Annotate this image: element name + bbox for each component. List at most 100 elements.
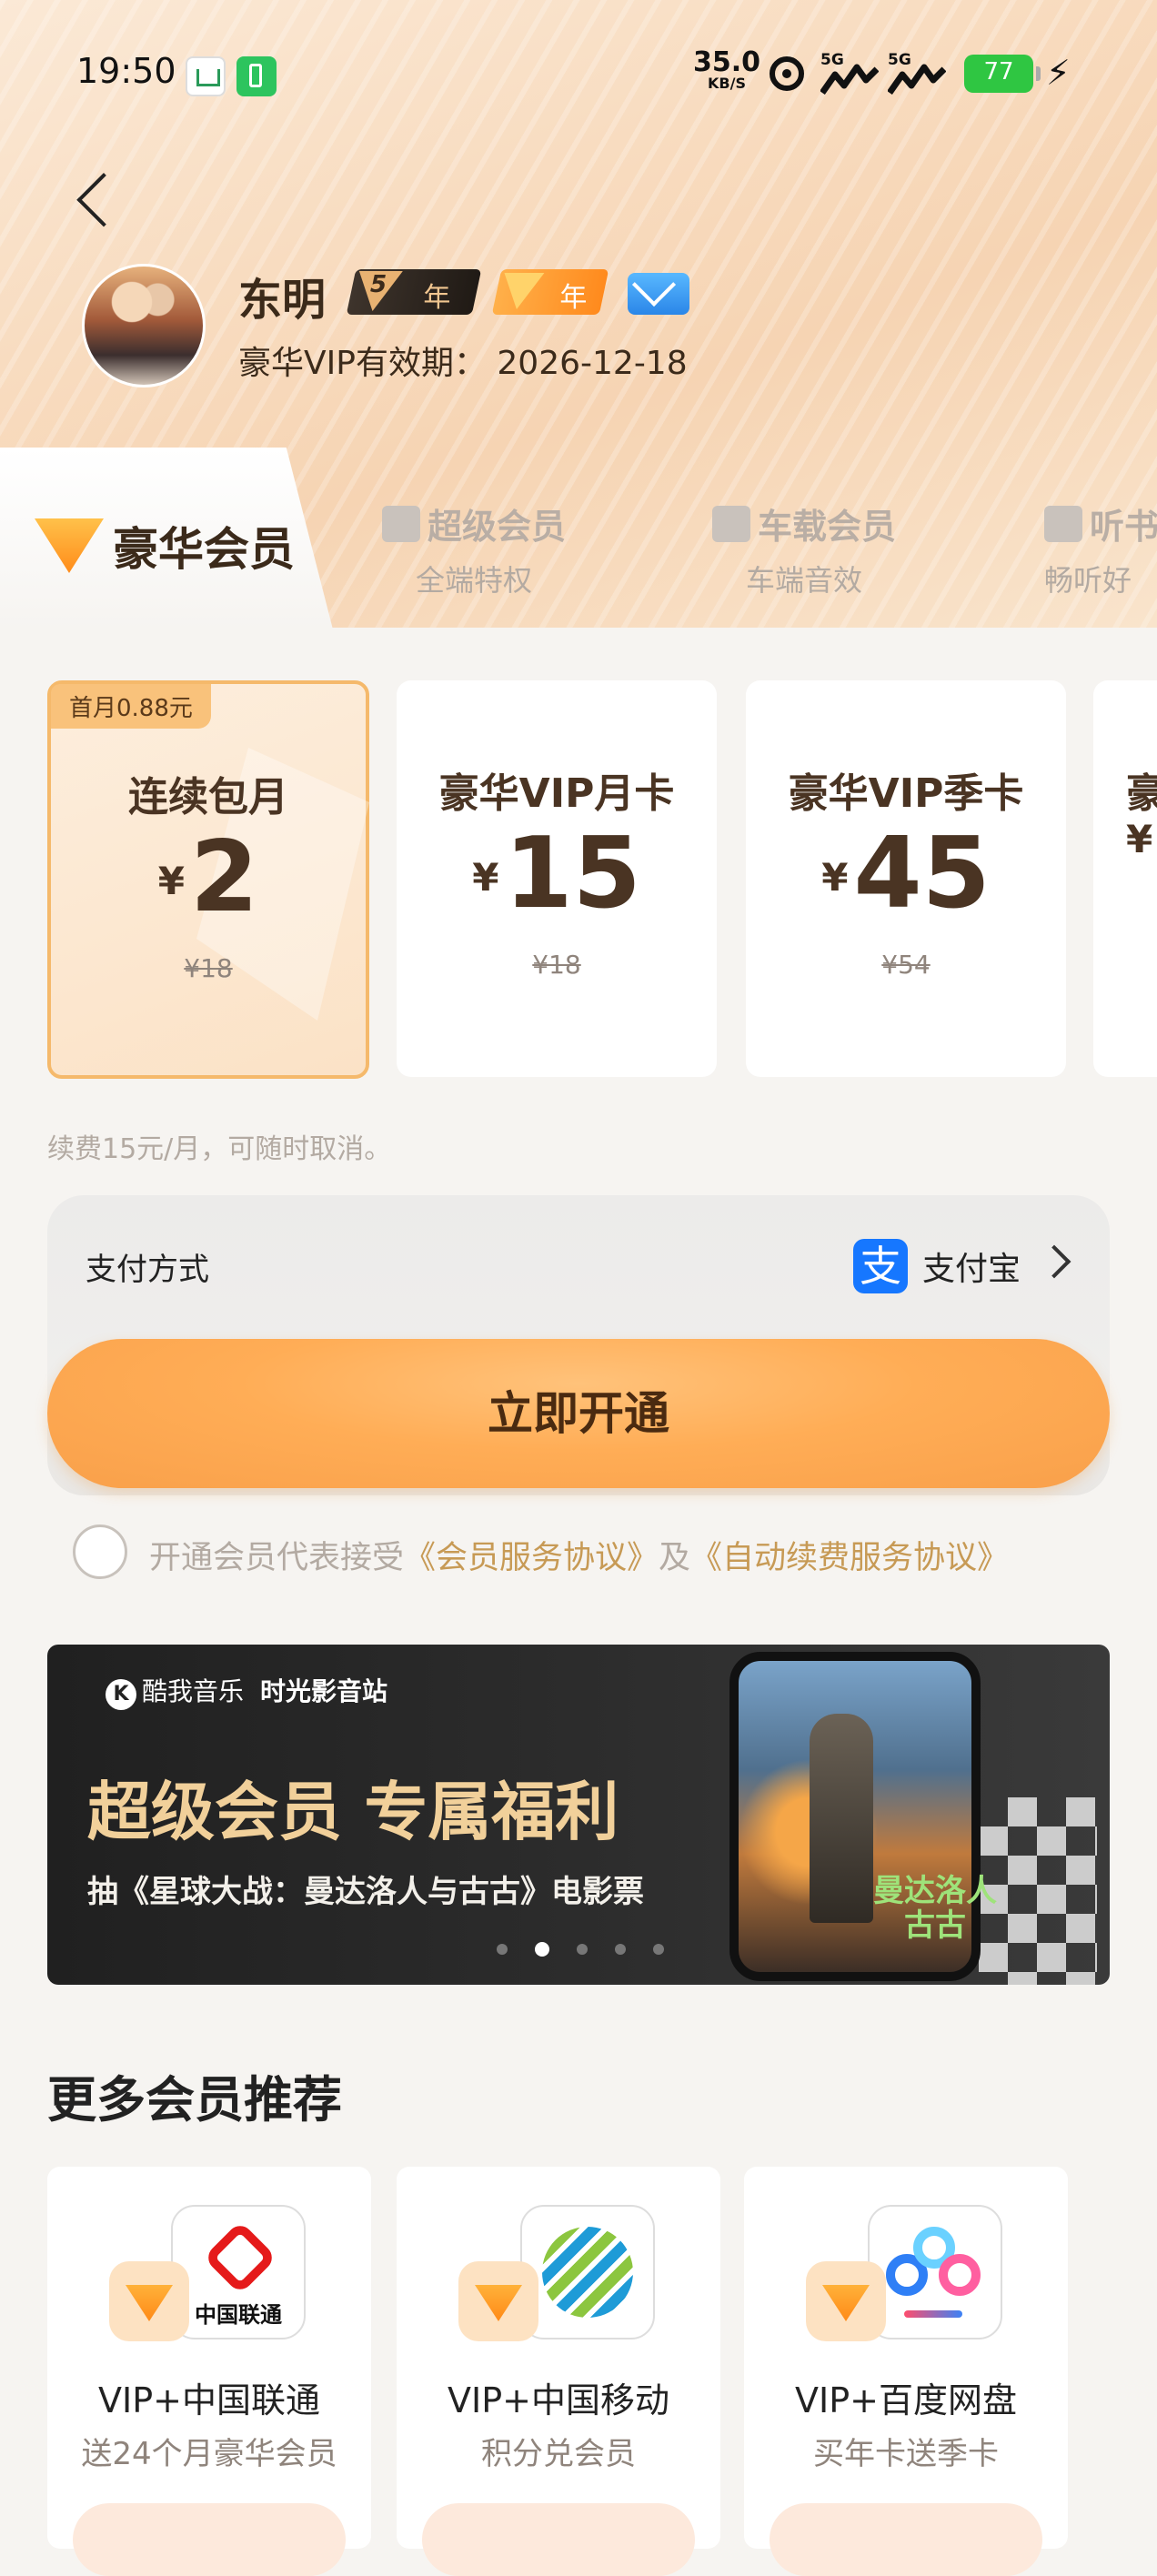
plan-price: ¥45 <box>746 817 1066 931</box>
diamond-icon <box>806 2261 886 2341</box>
recommend-card-unicom[interactable]: 中国联通 VIP+中国联通 送24个月豪华会员 <box>47 2167 371 2576</box>
username: 东明 <box>238 275 327 326</box>
carousel-dot[interactable] <box>497 1944 508 1955</box>
plan-title: 豪华VIP季卡 <box>788 770 1024 817</box>
avatar[interactable] <box>82 264 206 387</box>
agreement-and: 及 <box>659 1540 691 1576</box>
vip-year-badge[interactable]: 年 <box>491 269 609 315</box>
tab-sub: 全端特权 <box>415 563 532 598</box>
vip-validity: 豪华VIP有效期： 2026-12-18 <box>238 345 688 382</box>
banner-subtitle: 抽《星球大战：曼达洛人与古古》电影票 <box>87 1874 644 1910</box>
banner-logo: K 酷我音乐 时光影音站 <box>106 1672 387 1710</box>
member-service-agreement-link[interactable]: 《会员服务协议》 <box>404 1540 659 1576</box>
network-speed: 35.0 KB/S <box>693 49 760 91</box>
currency-symbol: ¥ <box>821 855 849 900</box>
recommend-card-mobile[interactable]: VIP+中国移动 积分兑会员 <box>397 2167 720 2576</box>
plan-title: 豪 <box>1126 770 1157 817</box>
super-vip-icon <box>381 506 420 542</box>
network-speed-unit: KB/S <box>708 75 746 92</box>
tab-label: 超级会员 <box>427 507 566 547</box>
poster-title: 曼达洛人 古古 <box>873 1873 997 1944</box>
tab-audiobook-vip[interactable]: 听书 畅听好 <box>1044 498 1157 599</box>
kuwo-logo-icon: K <box>106 1679 136 1710</box>
carousel-dot[interactable] <box>615 1944 626 1955</box>
tab-label: 车载会员 <box>757 507 896 547</box>
recommend-card-baidu-pan[interactable]: VIP+百度网盘 买年卡送季卡 <box>744 2167 1068 2576</box>
signal-icon: 5G <box>888 51 946 96</box>
tab-label: 听书 <box>1090 507 1157 547</box>
carousel-dot[interactable] <box>577 1944 588 1955</box>
recommend-desc: 送24个月豪华会员 <box>81 2436 337 2472</box>
battery-saver-icon <box>236 56 277 96</box>
svip-level: 5 <box>367 271 389 298</box>
agreement-checkbox[interactable] <box>73 1524 127 1579</box>
carousel-dot[interactable] <box>653 1944 664 1955</box>
payment-method-label: 支付方式 <box>86 1252 209 1288</box>
original-price: ¥18 <box>184 953 233 983</box>
plan-title: 连续包月 <box>128 774 288 820</box>
renewal-note: 续费15元/月，可随时取消。 <box>47 1133 392 1165</box>
activate-button[interactable]: 立即开通 <box>47 1339 1110 1488</box>
car-vip-badge-icon[interactable] <box>628 273 689 315</box>
svip-year-label: 年 <box>423 282 451 314</box>
recommend-desc: 积分兑会员 <box>481 2436 636 2472</box>
agreement-prefix: 开通会员代表接受 <box>149 1540 405 1576</box>
poster-figure <box>810 1714 873 1923</box>
recommend-action-button[interactable] <box>422 2503 695 2576</box>
tab-super-vip[interactable]: 超级会员 全端特权 <box>360 498 588 599</box>
agreement-text: 开通会员代表接受《会员服务协议》及《自动续费服务协议》 <box>149 1532 1009 1578</box>
plan-card-quarterly[interactable]: 豪华VIP季卡 ¥45 ¥54 <box>746 680 1066 1077</box>
diamond-icon <box>35 518 104 573</box>
currency-symbol: ¥ <box>1126 817 1153 861</box>
unicom-knot-icon <box>203 2220 277 2295</box>
plan-price: ¥2 <box>51 820 366 934</box>
svip-year-badge[interactable]: 5 年 <box>346 269 482 315</box>
unicom-logo-text: 中国联通 <box>195 2302 282 2328</box>
tab-car-vip[interactable]: 车载会员 车端音效 <box>704 498 904 599</box>
audiobook-vip-icon <box>1044 506 1082 542</box>
signal-icon: 5G <box>820 51 879 96</box>
china-mobile-icon <box>542 2227 633 2318</box>
banner-brand: 酷我音乐 <box>142 1676 245 1706</box>
tab-label: 豪华会员 <box>113 523 295 576</box>
plan-title: 豪华VIP月卡 <box>438 770 675 817</box>
currency-symbol: ¥ <box>472 855 499 900</box>
tab-luxury-vip[interactable]: 豪华会员 <box>0 448 333 629</box>
china-mobile-logo <box>520 2205 655 2340</box>
battery-level: 77 <box>983 58 1014 86</box>
section-title: 更多会员推荐 <box>47 2071 342 2128</box>
alipay-icon[interactable]: 支 <box>853 1239 908 1293</box>
recommend-name: VIP+百度网盘 <box>795 2380 1017 2420</box>
promo-tag: 首月0.88元 <box>51 684 211 729</box>
original-price: ¥18 <box>532 950 581 980</box>
plan-card-monthly-auto[interactable]: 首月0.88元 连续包月 ¥2 ¥18 <box>47 680 369 1079</box>
price-value: 2 <box>190 820 259 934</box>
plan-card-next[interactable]: 豪 ¥ <box>1093 680 1157 1077</box>
payment-method-value[interactable]: 支付宝 <box>922 1243 1021 1290</box>
network-speed-value: 35.0 <box>693 46 761 78</box>
plan-price: ¥ <box>1093 817 1157 872</box>
banner-title: 超级会员 专属福利 <box>87 1774 619 1849</box>
price-value: 45 <box>853 817 991 931</box>
recommend-name: VIP+中国联通 <box>98 2380 320 2420</box>
price-value: 15 <box>504 817 641 931</box>
status-time: 19:50 <box>76 51 176 91</box>
hotspot-icon <box>770 56 804 91</box>
carousel-dots[interactable] <box>497 1941 691 1958</box>
plan-card-monthly[interactable]: 豪华VIP月卡 ¥15 ¥18 <box>397 680 717 1077</box>
diamond-icon <box>109 2261 189 2341</box>
diamond-icon <box>497 273 545 309</box>
battery-icon: 77 <box>964 55 1041 93</box>
plan-price: ¥15 <box>397 817 717 931</box>
car-vip-icon <box>711 506 750 542</box>
carousel-dot-active[interactable] <box>535 1942 549 1957</box>
recommend-action-button[interactable] <box>770 2503 1042 2576</box>
recommend-action-button[interactable] <box>73 2503 346 2576</box>
recommend-desc: 买年卡送季卡 <box>813 2436 999 2472</box>
diamond-icon <box>458 2261 538 2341</box>
diamond-icon: 5 <box>351 271 403 311</box>
back-button[interactable] <box>73 162 127 231</box>
auto-renew-agreement-link[interactable]: 《自动续费服务协议》 <box>690 1540 1009 1576</box>
banner-brand-2: 时光影音站 <box>260 1676 388 1706</box>
vip-year-label: 年 <box>559 282 588 314</box>
